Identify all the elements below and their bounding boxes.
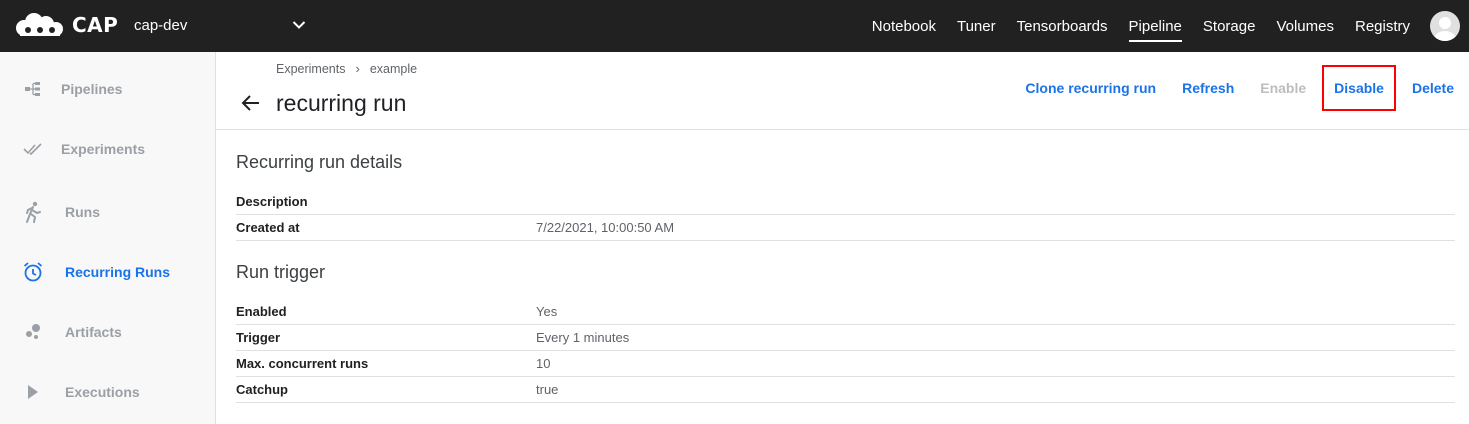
play-icon xyxy=(22,381,44,403)
sidebar-item-recurring-runs[interactable]: Recurring Runs xyxy=(0,252,215,292)
sidebar-label-runs: Runs xyxy=(65,204,100,220)
enable-button: Enable xyxy=(1260,80,1307,96)
clone-recurring-run-button[interactable]: Clone recurring run xyxy=(1025,80,1156,96)
user-icon xyxy=(1434,17,1456,41)
row-value: true xyxy=(536,382,559,397)
details-section-title: Recurring run details xyxy=(236,152,403,172)
row-value: 7/22/2021, 10:00:50 AM xyxy=(536,220,675,235)
row-key: Trigger xyxy=(236,330,281,345)
user-avatar[interactable] xyxy=(1430,11,1460,41)
nav-notebook[interactable]: Notebook xyxy=(872,13,936,40)
main-nav: Notebook Tuner Tensorboards Pipeline Sto… xyxy=(851,0,1410,52)
back-button[interactable] xyxy=(238,90,264,116)
page-header: Experiments › example recurring run Clon… xyxy=(216,52,1469,130)
row-key: Catchup xyxy=(236,382,288,397)
sidebar: Pipelines Experiments Runs Recurring Run… xyxy=(0,52,216,424)
app-logo[interactable]: CAP xyxy=(14,12,118,38)
sidebar-label-experiments: Experiments xyxy=(61,141,146,157)
details-row: Description xyxy=(236,189,1455,215)
sidebar-item-experiments[interactable]: Experiments xyxy=(0,129,215,169)
runs-icon xyxy=(22,201,44,223)
trigger-row: Max. concurrent runs 10 xyxy=(236,351,1455,377)
alarm-clock-icon xyxy=(22,261,44,283)
namespace-select[interactable]: cap-dev xyxy=(134,14,306,36)
row-key: Max. concurrent runs xyxy=(236,356,369,371)
trigger-section-title: Run trigger xyxy=(236,262,326,282)
page-title: recurring run xyxy=(276,90,407,116)
row-value: Every 1 minutes xyxy=(536,330,630,345)
logo-cloud-icon xyxy=(16,13,63,36)
pipelines-icon xyxy=(22,78,44,100)
breadcrumb-separator: › xyxy=(355,61,360,76)
nav-registry[interactable]: Registry xyxy=(1355,13,1410,40)
trigger-row: Catchup true xyxy=(236,377,1455,403)
sidebar-item-pipelines[interactable]: Pipelines xyxy=(0,69,215,109)
row-key: Enabled xyxy=(236,304,287,319)
sidebar-label-executions: Executions xyxy=(65,384,140,400)
experiments-icon xyxy=(22,138,44,160)
nav-volumes[interactable]: Volumes xyxy=(1276,13,1334,40)
breadcrumb-experiments[interactable]: Experiments xyxy=(276,62,345,76)
trigger-row: Trigger Every 1 minutes xyxy=(236,325,1455,351)
nav-pipeline[interactable]: Pipeline xyxy=(1128,13,1183,42)
row-key: Description xyxy=(236,194,308,209)
namespace-value: cap-dev xyxy=(134,16,188,34)
app-name: CAP xyxy=(72,13,119,37)
disable-button[interactable]: Disable xyxy=(1322,65,1396,111)
artifacts-icon xyxy=(22,321,44,343)
nav-tensorboards[interactable]: Tensorboards xyxy=(1017,13,1108,40)
arrow-left-icon xyxy=(241,95,259,111)
details-row: Created at 7/22/2021, 10:00:50 AM xyxy=(236,215,1455,241)
sidebar-item-runs[interactable]: Runs xyxy=(0,192,215,232)
breadcrumb: Experiments › example xyxy=(276,61,417,76)
sidebar-item-executions[interactable]: Executions xyxy=(0,372,215,412)
breadcrumb-example[interactable]: example xyxy=(370,62,417,76)
nav-storage[interactable]: Storage xyxy=(1203,13,1256,40)
sidebar-label-artifacts: Artifacts xyxy=(65,324,122,340)
row-key: Created at xyxy=(236,220,300,235)
refresh-button[interactable]: Refresh xyxy=(1182,80,1234,96)
sidebar-label-recurring-runs: Recurring Runs xyxy=(65,264,171,280)
delete-button[interactable]: Delete xyxy=(1412,80,1454,96)
toolbar-actions: Clone recurring run Refresh Enable Disab… xyxy=(999,65,1454,111)
row-value: 10 xyxy=(536,356,551,371)
trigger-row: Enabled Yes xyxy=(236,299,1455,325)
row-value: Yes xyxy=(536,304,558,319)
top-bar: CAP cap-dev Notebook Tuner Tensorboards … xyxy=(0,0,1469,52)
chevron-down-icon xyxy=(292,17,306,34)
nav-tuner[interactable]: Tuner xyxy=(957,13,996,40)
sidebar-item-artifacts[interactable]: Artifacts xyxy=(0,312,215,352)
main-content: Experiments › example recurring run Clon… xyxy=(216,52,1469,424)
sidebar-label-pipelines: Pipelines xyxy=(61,81,123,97)
